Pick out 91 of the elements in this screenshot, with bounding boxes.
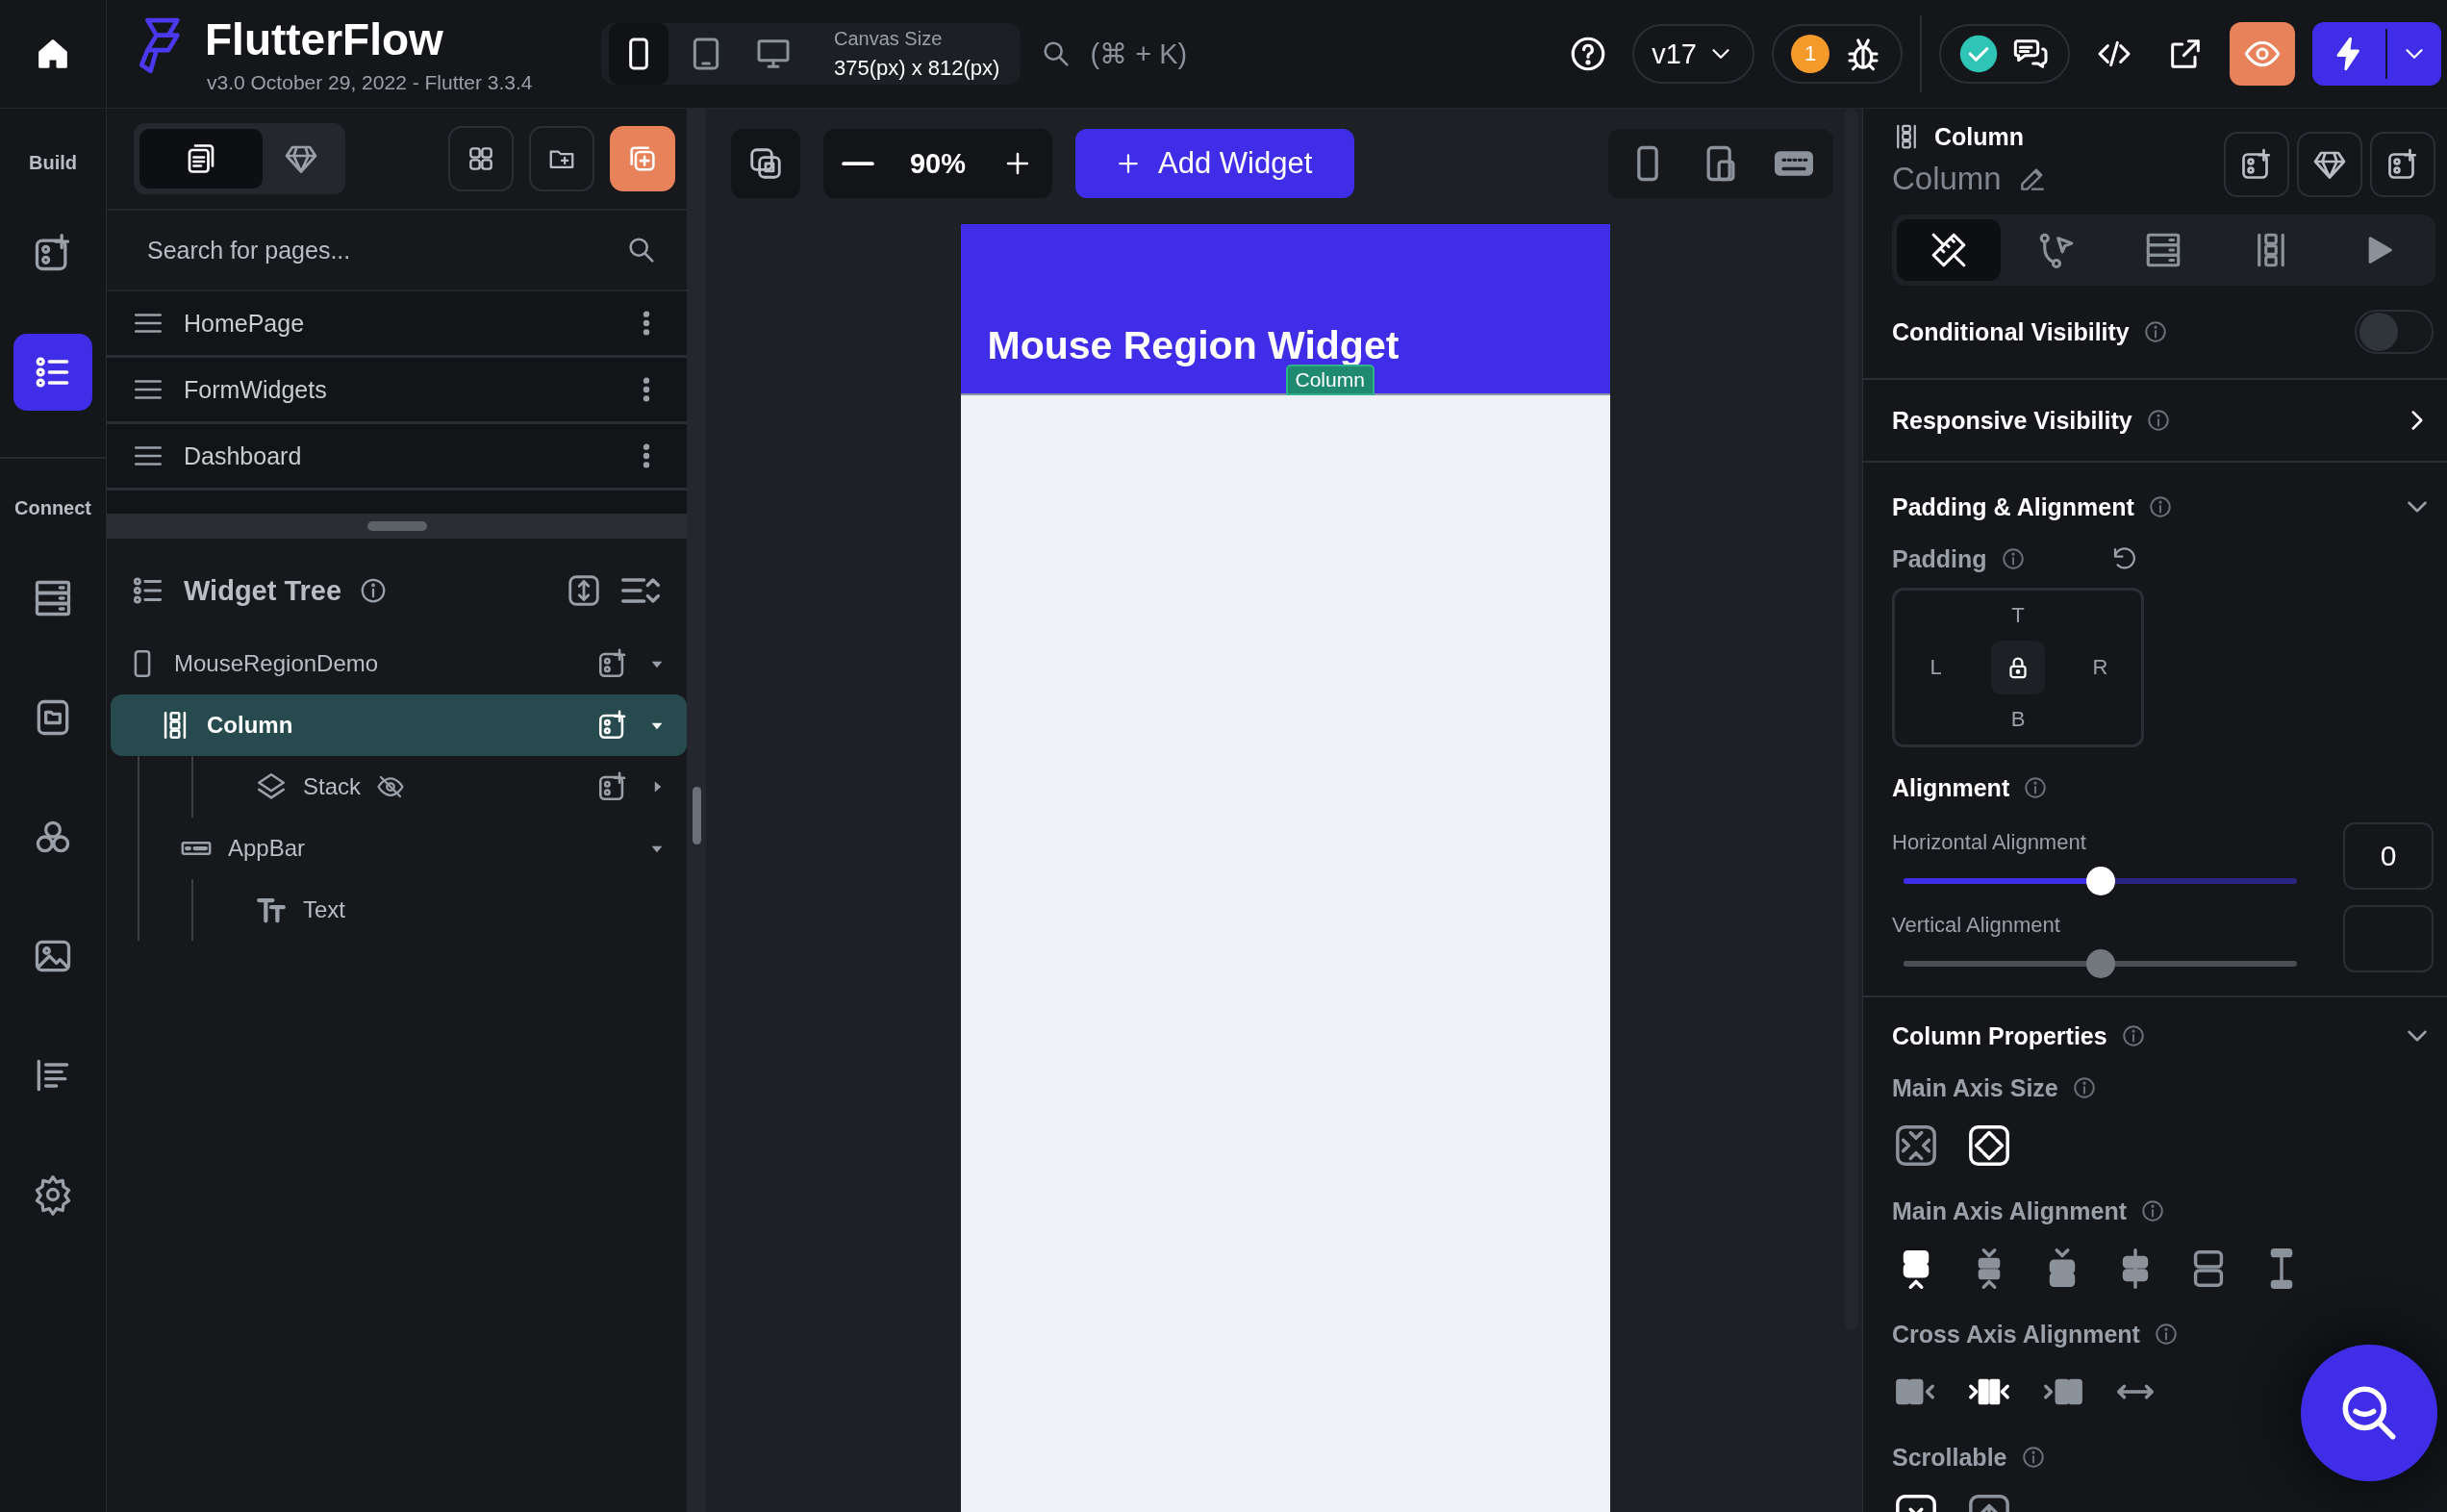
info-icon[interactable] — [2142, 319, 2168, 344]
slider-label: Vertical Alignment — [1892, 913, 2061, 938]
shortcuts-button[interactable] — [731, 129, 800, 198]
version-dropdown[interactable]: v17 — [1632, 24, 1754, 84]
info-icon[interactable] — [2023, 775, 2049, 800]
rail-button[interactable] — [13, 334, 92, 411]
minus-icon — [842, 160, 874, 167]
slider-thumb[interactable] — [2085, 867, 2115, 895]
diamond-button[interactable] — [2297, 132, 2362, 197]
page-search-field[interactable]: Search for pages... — [145, 235, 625, 265]
widget-type: Column — [1934, 122, 2025, 151]
info-icon[interactable] — [2140, 1198, 2165, 1223]
page-item[interactable]: Dashboard — [107, 424, 687, 491]
command-search[interactable]: (⌘ + K) — [1040, 38, 1188, 70]
slider-label: Horizontal Alignment — [1892, 830, 2087, 855]
field-label: Main Axis Alignment — [1892, 1197, 2127, 1225]
tree-item[interactable]: MouseRegionDemo — [107, 633, 687, 694]
check-icon — [1958, 34, 1999, 74]
page-name: FormWidgets — [184, 375, 327, 404]
tree-item-label: MouseRegionDemo — [174, 650, 379, 677]
command-icon — [747, 145, 784, 182]
tree-item-label: Text — [303, 896, 345, 923]
tree-item[interactable]: Stack — [193, 756, 687, 818]
canvas-size-label: Canvas Size — [834, 27, 944, 50]
section-title: Responsive Visibility — [1892, 406, 2132, 435]
field-label: Cross Axis Alignment — [1892, 1320, 2140, 1348]
grid-button[interactable] — [448, 126, 514, 191]
tree-item-label: AppBar — [228, 835, 306, 862]
shortcut-hint: (⌘ + K) — [1090, 38, 1188, 70]
field-label: Scrollable — [1892, 1443, 2007, 1472]
section-title: Conditional Visibility — [1892, 317, 2130, 346]
padding-right[interactable]: R — [2092, 655, 2108, 680]
page-name: HomePage — [184, 309, 305, 338]
tree-item-label: Column — [207, 712, 293, 739]
rail-section-label: Build — [29, 152, 77, 174]
preview-button[interactable] — [2230, 22, 2295, 86]
widget-name: Column — [1892, 161, 2002, 197]
section-title: Padding & Alignment — [1892, 492, 2134, 521]
info-icon[interactable] — [2153, 1322, 2179, 1347]
rail-section-label: Connect — [14, 497, 91, 519]
app-bar[interactable]: Mouse Region Widget Column — [960, 224, 1610, 395]
padding-editor[interactable]: T L R B — [1892, 588, 2144, 747]
info-icon[interactable] — [2020, 1445, 2046, 1470]
expand-icon[interactable] — [566, 572, 602, 609]
field-label: Main Axis Size — [1892, 1073, 2058, 1102]
zoom-level: 90% — [908, 147, 967, 180]
app-name: FlutterFlow — [205, 13, 444, 65]
add-page-button[interactable] — [610, 126, 675, 191]
info-icon[interactable] — [2071, 1075, 2097, 1100]
shrink-icon — [1894, 1123, 1938, 1168]
issue-count-badge: 1 — [1791, 35, 1829, 73]
slider-track[interactable] — [1904, 949, 2297, 978]
version-info: v3.0 October 29, 2022 - Flutter 3.3.4 — [207, 71, 533, 94]
scrollbar-thumb[interactable] — [693, 787, 701, 844]
value-field[interactable] — [2343, 905, 2434, 972]
tree-item[interactable]: AppBar — [139, 818, 687, 879]
selection-tag: Column — [1285, 365, 1375, 395]
panel-tab[interactable] — [139, 129, 263, 189]
add-note-button[interactable] — [2224, 132, 2289, 197]
tree-item[interactable]: Text — [193, 879, 687, 941]
new-folder-button[interactable] — [529, 126, 594, 191]
toggle-switch[interactable] — [2355, 310, 2434, 354]
info-icon[interactable] — [2147, 494, 2173, 519]
widget-tree-title: Widget Tree — [184, 574, 342, 607]
canvas-size-value: 375(px) x 812(px) — [834, 55, 1000, 81]
field-label: Alignment — [1892, 773, 2010, 802]
value-field[interactable]: 0 — [2343, 822, 2434, 890]
info-icon[interactable] — [2120, 1023, 2146, 1048]
tree-item[interactable]: Column — [111, 694, 687, 756]
slider-thumb[interactable] — [2085, 949, 2115, 978]
section-title: Column Properties — [1892, 1021, 2107, 1050]
info-icon[interactable] — [2145, 408, 2171, 433]
status-button[interactable] — [1939, 24, 2070, 84]
expand-icon — [1967, 1123, 2011, 1168]
page-item[interactable]: HomePage — [107, 291, 687, 358]
device-button[interactable] — [609, 23, 669, 85]
padding-top[interactable]: T — [2011, 603, 2025, 628]
slider-track[interactable] — [1904, 867, 2297, 895]
run-button[interactable] — [2312, 22, 2441, 86]
properties-tab[interactable] — [1897, 219, 2001, 281]
info-icon[interactable] — [2000, 546, 2026, 571]
field-label: Padding — [1892, 544, 1987, 573]
padding-bottom[interactable]: B — [2010, 707, 2026, 732]
tree-item-label: Stack — [303, 773, 362, 800]
lock-button[interactable] — [1991, 641, 2045, 694]
padding-left[interactable]: L — [1930, 655, 1942, 680]
page-name: Dashboard — [184, 441, 302, 470]
resize-handle[interactable] — [366, 521, 427, 531]
add-widget-button[interactable] — [2370, 132, 2435, 197]
page-item[interactable]: FormWidgets — [107, 358, 687, 424]
add-widget-button[interactable]: Add Widget — [1075, 129, 1355, 198]
